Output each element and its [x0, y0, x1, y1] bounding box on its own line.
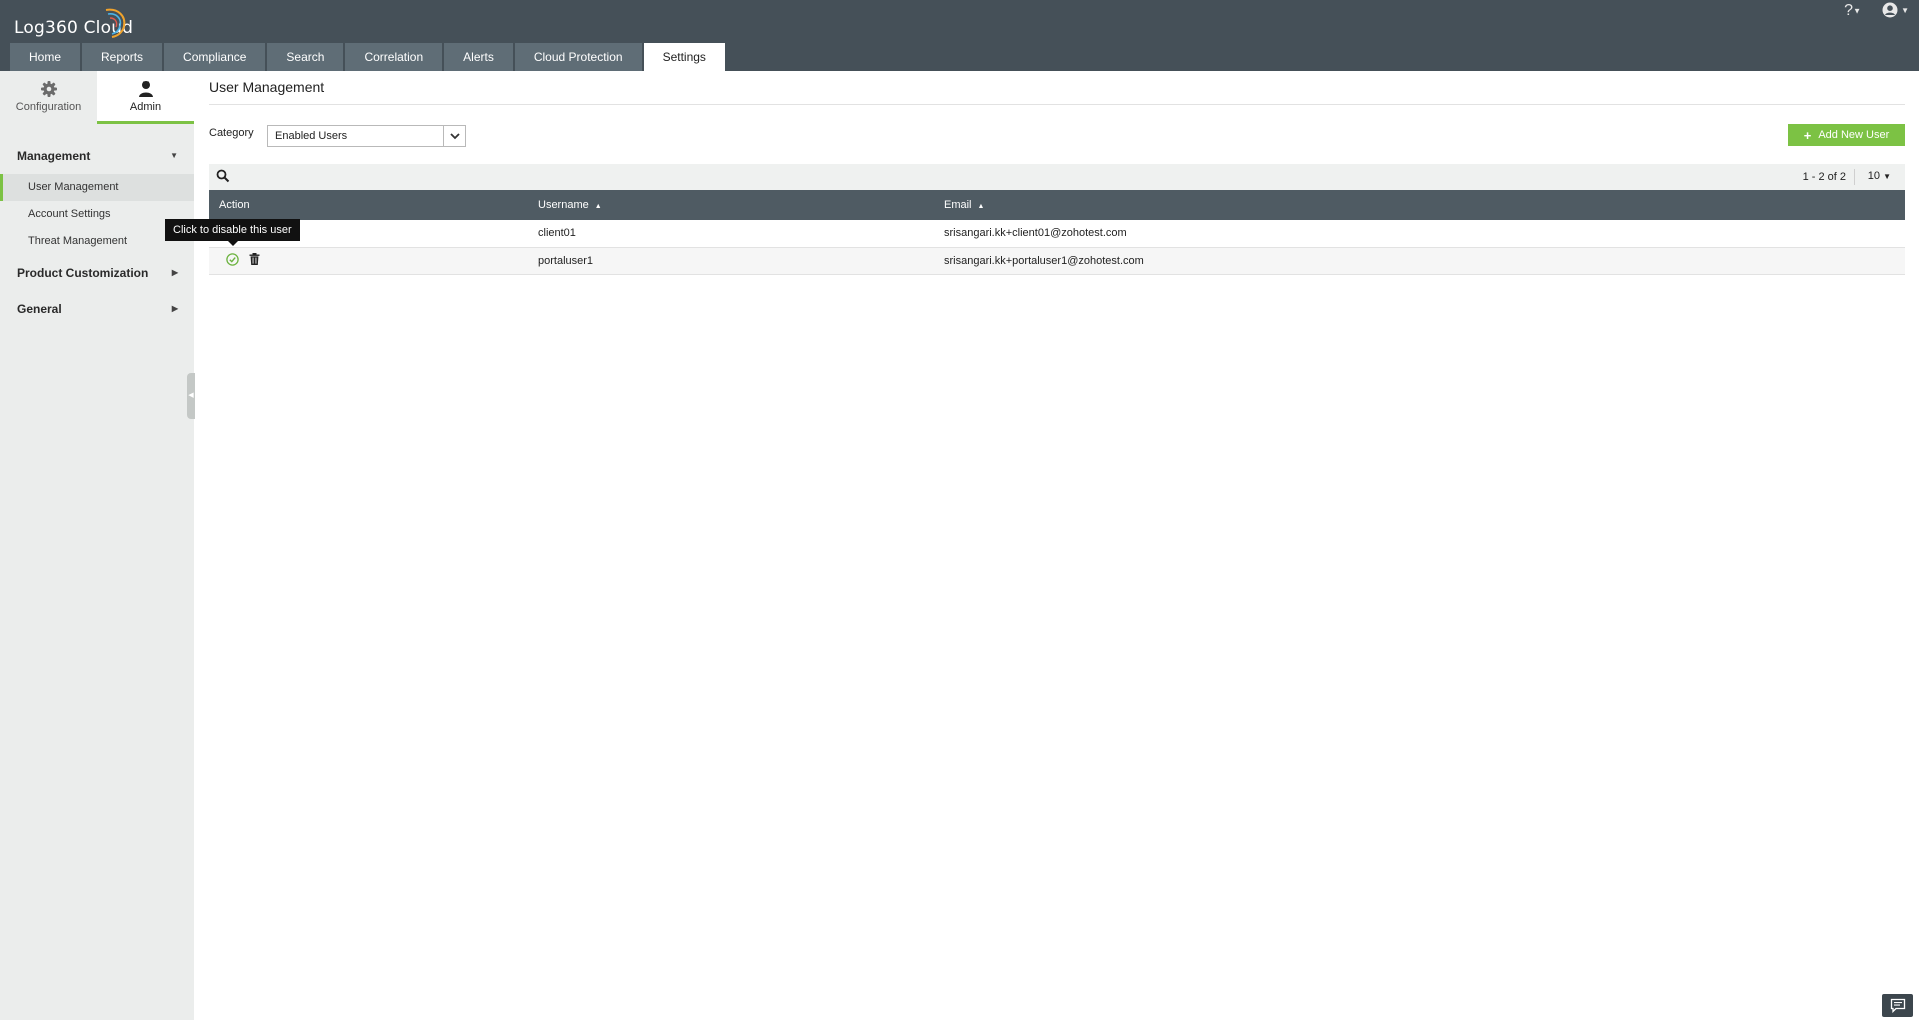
caret-right-icon: ▶	[171, 304, 178, 313]
tab-reports[interactable]: Reports	[82, 43, 163, 71]
enabled-check-icon[interactable]	[226, 252, 239, 266]
top-header: Log360 Cloud ?▼ ▼ Home Reports Complianc…	[0, 0, 1919, 71]
table-row: client01 srisangari.kk+client01@zohotest…	[209, 220, 1905, 248]
chat-support-button[interactable]	[1882, 994, 1913, 1017]
email-cell: srisangari.kk+portaluser1@zohotest.com	[934, 247, 1905, 275]
tab-cloud-protection[interactable]: Cloud Protection	[514, 43, 642, 71]
nav-section-label: Product Customization	[17, 266, 149, 280]
column-header-email[interactable]: Email ▲	[934, 190, 1905, 220]
chat-icon	[1890, 998, 1905, 1013]
table-search-button[interactable]	[216, 169, 230, 186]
title-divider	[209, 104, 1905, 105]
user-avatar-icon	[1882, 2, 1898, 18]
sort-asc-icon: ▲	[594, 203, 602, 210]
nav-section-product-customization[interactable]: Product Customization ▶	[0, 255, 194, 291]
gear-icon	[40, 81, 57, 97]
nav-section-label: Management	[17, 149, 91, 163]
caret-right-icon: ▶	[171, 268, 178, 277]
logo-swirl-icon	[105, 8, 126, 38]
chevron-down-icon	[449, 132, 460, 139]
sort-asc-icon: ▲	[977, 203, 985, 210]
user-account-menu[interactable]: ▼	[1882, 2, 1909, 18]
sidebar-collapse-handle[interactable]: ◀	[187, 373, 195, 419]
add-new-user-button[interactable]: + Add New User	[1788, 124, 1905, 146]
chevron-down-icon: ▼	[1883, 172, 1891, 181]
subtab-label: Admin	[129, 101, 162, 113]
category-label: Category	[209, 127, 254, 139]
add-new-user-label: Add New User	[1818, 129, 1890, 141]
nav-section-general[interactable]: General ▶	[0, 291, 194, 327]
nav-section-management[interactable]: Management ▼	[0, 138, 194, 174]
tooltip-disable-user: Click to disable this user	[165, 219, 300, 246]
search-icon	[216, 169, 230, 183]
tab-home[interactable]: Home	[10, 43, 81, 71]
trash-icon[interactable]	[249, 253, 260, 265]
caret-down-icon: ▼	[170, 151, 178, 160]
table-header-row: Action Username ▲ Email ▲	[209, 190, 1905, 220]
tab-correlation[interactable]: Correlation	[345, 43, 443, 71]
page-title: User Management	[209, 79, 325, 95]
chevron-down-icon: ▼	[1853, 6, 1861, 16]
subtab-label: Configuration	[15, 101, 82, 113]
category-select[interactable]: Enabled Users	[267, 125, 466, 147]
admin-user-icon	[138, 81, 153, 97]
username-cell: client01	[528, 220, 934, 248]
toolbar-divider	[1854, 169, 1855, 185]
tab-search[interactable]: Search	[267, 43, 344, 71]
nav-section-label: General	[17, 302, 62, 316]
subtab-admin[interactable]: Admin	[97, 71, 194, 124]
table-toolbar: 1 - 2 of 2 10 ▼	[209, 164, 1905, 190]
table-row: portaluser1 srisangari.kk+portaluser1@zo…	[209, 247, 1905, 275]
plus-icon: +	[1803, 127, 1812, 143]
sidebar-subtabs: Configuration Admin	[0, 71, 194, 124]
category-selected-value: Enabled Users	[275, 130, 348, 142]
per-page-select[interactable]: 10 ▼	[1868, 170, 1891, 182]
users-table: Action Username ▲ Email ▲ client01 srisang…	[209, 190, 1905, 275]
tab-settings[interactable]: Settings	[643, 43, 725, 71]
main-tabs: Home Reports Compliance Search Correlati…	[10, 43, 727, 71]
sidebar-item-user-management[interactable]: User Management	[0, 174, 194, 201]
sidebar: Configuration Admin Management ▼ User Ma…	[0, 71, 195, 1020]
help-icon: ?	[1844, 2, 1854, 19]
column-header-action: Action	[209, 190, 528, 220]
select-dropdown-button[interactable]	[443, 126, 465, 146]
chevron-down-icon: ▼	[1901, 5, 1909, 15]
tab-compliance[interactable]: Compliance	[164, 43, 266, 71]
username-cell: portaluser1	[528, 247, 934, 275]
row-actions	[209, 247, 528, 275]
column-header-username[interactable]: Username ▲	[528, 190, 934, 220]
per-page-value: 10	[1867, 170, 1881, 182]
subtab-configuration[interactable]: Configuration	[0, 71, 97, 124]
tab-alerts[interactable]: Alerts	[444, 43, 513, 71]
email-cell: srisangari.kk+client01@zohotest.com	[934, 220, 1905, 248]
help-menu[interactable]: ?▼	[1844, 2, 1861, 20]
pagination-range: 1 - 2 of 2	[1802, 171, 1846, 183]
